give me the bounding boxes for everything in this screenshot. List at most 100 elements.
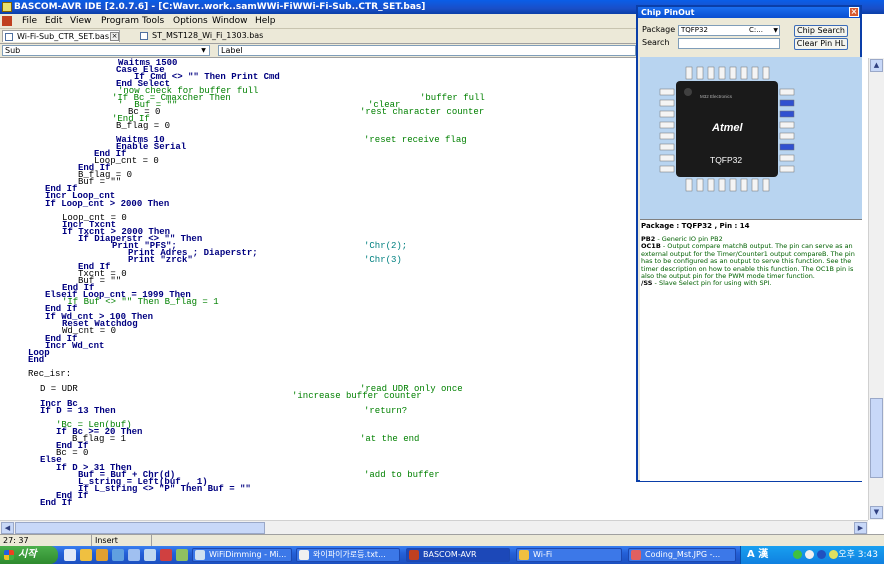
chip-pin[interactable]: [779, 110, 795, 118]
start-button[interactable]: 시작: [0, 546, 58, 564]
code-line: 'Chr(3): [364, 255, 402, 265]
chip-search-button[interactable]: Chip Search: [794, 25, 848, 37]
code-line: 'increase buffer counter: [292, 391, 422, 401]
document-icon[interactable]: [2, 16, 12, 26]
scroll-up-icon[interactable]: ▲: [870, 59, 883, 72]
menu-tools[interactable]: Tools: [142, 15, 164, 27]
chip-pin[interactable]: [659, 88, 675, 96]
scroll-thumb[interactable]: [15, 522, 265, 534]
sub-select[interactable]: Sub ▼: [2, 45, 210, 56]
chip-pin[interactable]: [685, 66, 693, 80]
chip-pin[interactable]: [696, 178, 704, 192]
chip-pin[interactable]: [779, 132, 795, 140]
task-notepad[interactable]: 와이파이가로등.txt...: [296, 548, 400, 562]
close-icon[interactable]: ×: [849, 7, 859, 17]
code-line: End If: [40, 498, 73, 508]
pins-left: [659, 88, 675, 173]
app-icon[interactable]: [144, 549, 156, 561]
windows-logo-icon: [4, 550, 14, 560]
tray-icon[interactable]: [829, 550, 838, 559]
chip-pinout-titlebar[interactable]: Chip PinOut ×: [638, 7, 860, 18]
chip-pin[interactable]: [659, 143, 675, 151]
package-select[interactable]: TQFP32 C:... ▼: [678, 25, 780, 36]
scroll-thumb[interactable]: [870, 398, 883, 478]
browser-icon[interactable]: [112, 549, 124, 561]
app-icon: [195, 550, 205, 560]
network-icon[interactable]: [793, 550, 802, 559]
chip-pin[interactable]: [751, 178, 759, 192]
chip-pin[interactable]: [779, 88, 795, 96]
chip-maker-text: M32 Electronics: [700, 94, 733, 99]
pin-description: PB2 - Generic IO pin PB2 OC1B - Output c…: [641, 235, 859, 288]
security-icon[interactable]: [817, 550, 826, 559]
app-icon[interactable]: [176, 549, 188, 561]
code-line: 'return?: [364, 406, 408, 416]
menu-file[interactable]: File: [22, 15, 37, 27]
chip-pin[interactable]: [779, 99, 795, 107]
chip-pin[interactable]: [659, 154, 675, 162]
chip-pin[interactable]: [729, 178, 737, 192]
code-line: 'add to buffer: [364, 470, 440, 480]
notepad-icon: [299, 550, 309, 560]
chip-pin[interactable]: [762, 178, 770, 192]
tab-wifi-sub[interactable]: Wi-Fi-Sub_CTR_SET.bas ×: [2, 30, 120, 42]
chip-pin[interactable]: [779, 143, 795, 151]
task-wifidimming[interactable]: WiFiDimming - Mi...: [192, 548, 292, 562]
chip-pin[interactable]: [685, 178, 693, 192]
window-title: BASCOM-AVR IDE [2.0.7.6] - [C:Wavr..work…: [14, 2, 426, 12]
task-image-viewer[interactable]: Coding_Mst.JPG -...: [628, 548, 736, 562]
chip-pin[interactable]: [751, 66, 759, 80]
chip-pin[interactable]: [718, 66, 726, 80]
chip-pin[interactable]: [659, 132, 675, 140]
scroll-left-icon[interactable]: ◀: [1, 522, 14, 534]
menu-program[interactable]: Program: [101, 15, 139, 27]
tab-st-mst128[interactable]: ST_MST128_Wi_Fi_1303.bas: [138, 30, 288, 42]
menu-window[interactable]: Window: [212, 15, 248, 27]
task-wifi-folder[interactable]: Wi-Fi: [516, 548, 622, 562]
chip-diagram[interactable]: M32 Electronics Atmel TQFP32: [640, 57, 862, 219]
scroll-right-icon[interactable]: ▶: [854, 522, 867, 534]
chip-pin[interactable]: [779, 121, 795, 129]
task-label: WiFiDimming - Mi...: [209, 550, 287, 559]
chip-pin[interactable]: [729, 66, 737, 80]
chip-pin[interactable]: [659, 110, 675, 118]
code-line: 'Chr(2);: [364, 241, 408, 251]
close-icon[interactable]: ×: [110, 32, 119, 41]
menu-help[interactable]: Help: [255, 15, 276, 27]
menu-options[interactable]: Options: [173, 15, 208, 27]
chip-pin[interactable]: [779, 165, 795, 173]
chip-pin[interactable]: [707, 66, 715, 80]
code-line: 'rest character counter: [360, 107, 485, 117]
menu-edit[interactable]: Edit: [45, 15, 62, 27]
clear-pin-hl-button[interactable]: Clear Pin HL: [794, 38, 848, 50]
app-icon[interactable]: [128, 549, 140, 561]
menu-view[interactable]: View: [70, 15, 91, 27]
search-input[interactable]: [678, 38, 780, 49]
chip-pin[interactable]: [740, 178, 748, 192]
chip-pin[interactable]: [659, 165, 675, 173]
scroll-down-icon[interactable]: ▼: [870, 506, 883, 519]
task-label: 와이파이가로등.txt...: [313, 550, 386, 559]
ime-indicator[interactable]: A 漢: [747, 548, 768, 562]
chip-pin[interactable]: [718, 178, 726, 192]
volume-icon[interactable]: [805, 550, 814, 559]
chip-package-text: TQFP32: [710, 155, 742, 165]
vertical-scrollbar[interactable]: ▲ ▼: [868, 58, 884, 520]
chip-pin[interactable]: [696, 66, 704, 80]
chip-pin[interactable]: [740, 66, 748, 80]
label-select[interactable]: Label: [218, 45, 636, 56]
chip-pin[interactable]: [659, 99, 675, 107]
code-line: 'reset receive flag: [364, 135, 467, 145]
chip-pin[interactable]: [659, 121, 675, 129]
folder-icon[interactable]: [96, 549, 108, 561]
folder-icon[interactable]: [80, 549, 92, 561]
chip-pin[interactable]: [762, 66, 770, 80]
desktop-icon[interactable]: [64, 549, 76, 561]
task-bascom[interactable]: BASCOM-AVR: [406, 548, 510, 562]
chip-pin[interactable]: [779, 154, 795, 162]
app-icon[interactable]: [160, 549, 172, 561]
code-line: 'buffer full: [420, 93, 485, 103]
code-line: Incr Wd_cnt: [45, 341, 105, 351]
horizontal-scrollbar[interactable]: ◀ ▶: [0, 520, 868, 534]
chip-pin[interactable]: [707, 178, 715, 192]
